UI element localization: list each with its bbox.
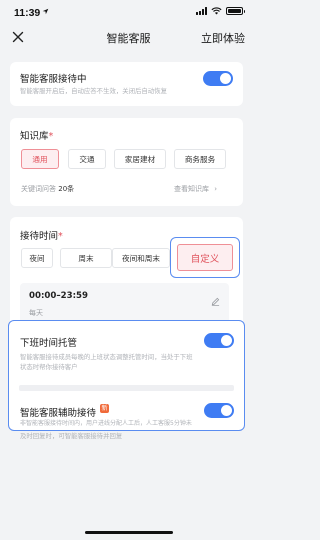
knowledge-option-traffic[interactable]: 交通 [68,149,106,169]
status-time: 11:39 [14,7,41,19]
reception-title-text: 接待时间 [20,231,59,242]
assist-toggle[interactable] [204,403,234,418]
assist-desc-line1: 非智能客服接待时间内，用户进线分配人工后，人工客服5分钟未 [20,420,192,427]
status-bar: 11:39 [0,0,257,24]
battery-icon [226,7,245,15]
keyword-qa-label: 关键词问答 [21,185,56,193]
cellular-signal-icon [196,7,207,15]
knowledge-title: 知识库* [20,128,53,142]
reception-title: 接待时间* [20,228,63,242]
keyword-qa-info: 关键词问答 20条 [21,184,74,194]
reception-option-custom[interactable]: 自定义 [177,244,233,271]
home-indicator [85,531,173,534]
knowledge-option-general[interactable]: 通用 [21,149,59,169]
new-badge: 新 [100,404,109,413]
edit-icon[interactable] [211,297,220,306]
status-indicators [196,7,245,15]
reception-option-weekend[interactable]: 周末 [60,248,112,268]
assistant-status-card: 智能客服接待中 智能客服开启后，自动应答不生效，关闭后自动恢复 [10,62,243,106]
nav-bar: 智能客服 立即体验 [0,24,257,54]
required-mark: * [58,231,63,242]
time-repeat-label: 每天 [29,309,43,317]
offwork-desc-line1: 智能客服接待成员每晚的上班状态调整托管时间，当处于下班 [20,353,193,361]
knowledge-card: 知识库* 通用 交通 家居建材 商务服务 关键词问答 20条 查看知识库 › [10,118,243,206]
location-arrow-icon [42,8,49,15]
knowledge-option-home-materials[interactable]: 家居建材 [114,149,166,169]
assist-title: 智能客服辅助接待 [20,408,97,419]
try-now-button[interactable]: 立即体验 [201,30,245,46]
assistant-toggle[interactable] [203,71,233,86]
keyword-qa-count: 20条 [58,185,75,193]
assist-desc-line2: 及时回复时，可智能客服接待并回复 [20,432,123,440]
hosting-options-panel: 下班时间托管 智能客服接待成员每晚的上班状态调整托管时间，当处于下班 状态时帮你… [8,320,245,431]
knowledge-title-text: 知识库 [20,131,49,142]
knowledge-option-business[interactable]: 商务服务 [174,149,226,169]
offwork-title: 下班时间托管 [20,338,78,349]
wifi-icon [211,7,222,15]
reception-option-night-weekend[interactable]: 夜间和周末 [112,248,170,268]
assistant-status-desc: 智能客服开启后，自动应答不生效，关闭后自动恢复 [20,87,167,95]
custom-option-highlight: 自定义 [170,237,240,278]
reception-option-night[interactable]: 夜间 [21,248,53,268]
section-divider [19,385,234,391]
time-range-box[interactable]: 00:00–23:59 每天 [20,283,229,325]
offwork-desc-line2: 状态时帮你接待客户 [20,363,78,371]
view-knowledge-link[interactable]: 查看知识库 › [174,184,217,194]
offwork-toggle[interactable] [204,333,234,348]
time-range-value: 00:00–23:59 [29,291,89,301]
view-knowledge-label: 查看知识库 [174,185,209,193]
assistant-status-title: 智能客服接待中 [20,74,87,85]
chevron-right-icon: › [214,185,218,193]
required-mark: * [48,131,54,142]
